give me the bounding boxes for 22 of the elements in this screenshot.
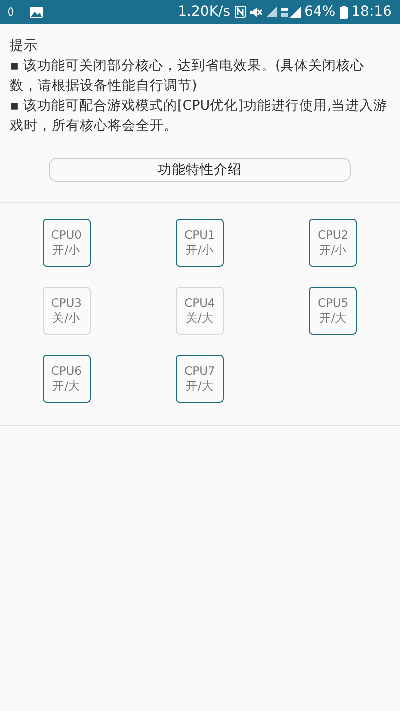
cpu-core-toggle[interactable]: CPU4 关/大: [176, 287, 224, 335]
tips-title: 提示: [10, 37, 39, 56]
clock: 18:16: [352, 2, 392, 22]
cpu-core-toggle[interactable]: CPU6 开/大: [42, 355, 91, 403]
mute-icon: [250, 6, 263, 18]
cpu-core-toggle[interactable]: CPU0 开/小: [42, 219, 91, 267]
cpu-core-toggle[interactable]: CPU5 开/大: [309, 287, 358, 335]
feature-intro-button[interactable]: 功能特性介绍: [49, 158, 351, 182]
cpu-core-toggle[interactable]: CPU7 开/大: [176, 355, 224, 403]
signal-icon: [266, 7, 277, 17]
battery-icon: [340, 6, 348, 18]
nfc-icon: [234, 6, 246, 18]
battery-percent: 64%: [304, 2, 336, 22]
tip-text: ▪ 该功能可关闭部分核心，达到省电效果。(具体关闭核心数，请根据设备性能自行调节): [10, 57, 366, 96]
cpu-core-toggle[interactable]: CPU1 开/小: [176, 219, 224, 267]
tip-text: ▪ 该功能可配合游戏模式的[CPU优化]功能进行使用,当进入游戏时，所有核心将会全开。: [10, 97, 389, 136]
notification-icon: [8, 7, 14, 17]
cpu-core-toggle[interactable]: CPU3 关/小: [42, 287, 91, 335]
signal-icon: [280, 6, 301, 18]
network-speed: 1.20K/s: [178, 2, 231, 22]
image-icon: [30, 6, 43, 18]
cpu-core-toggle[interactable]: CPU2 开/小: [309, 219, 358, 267]
